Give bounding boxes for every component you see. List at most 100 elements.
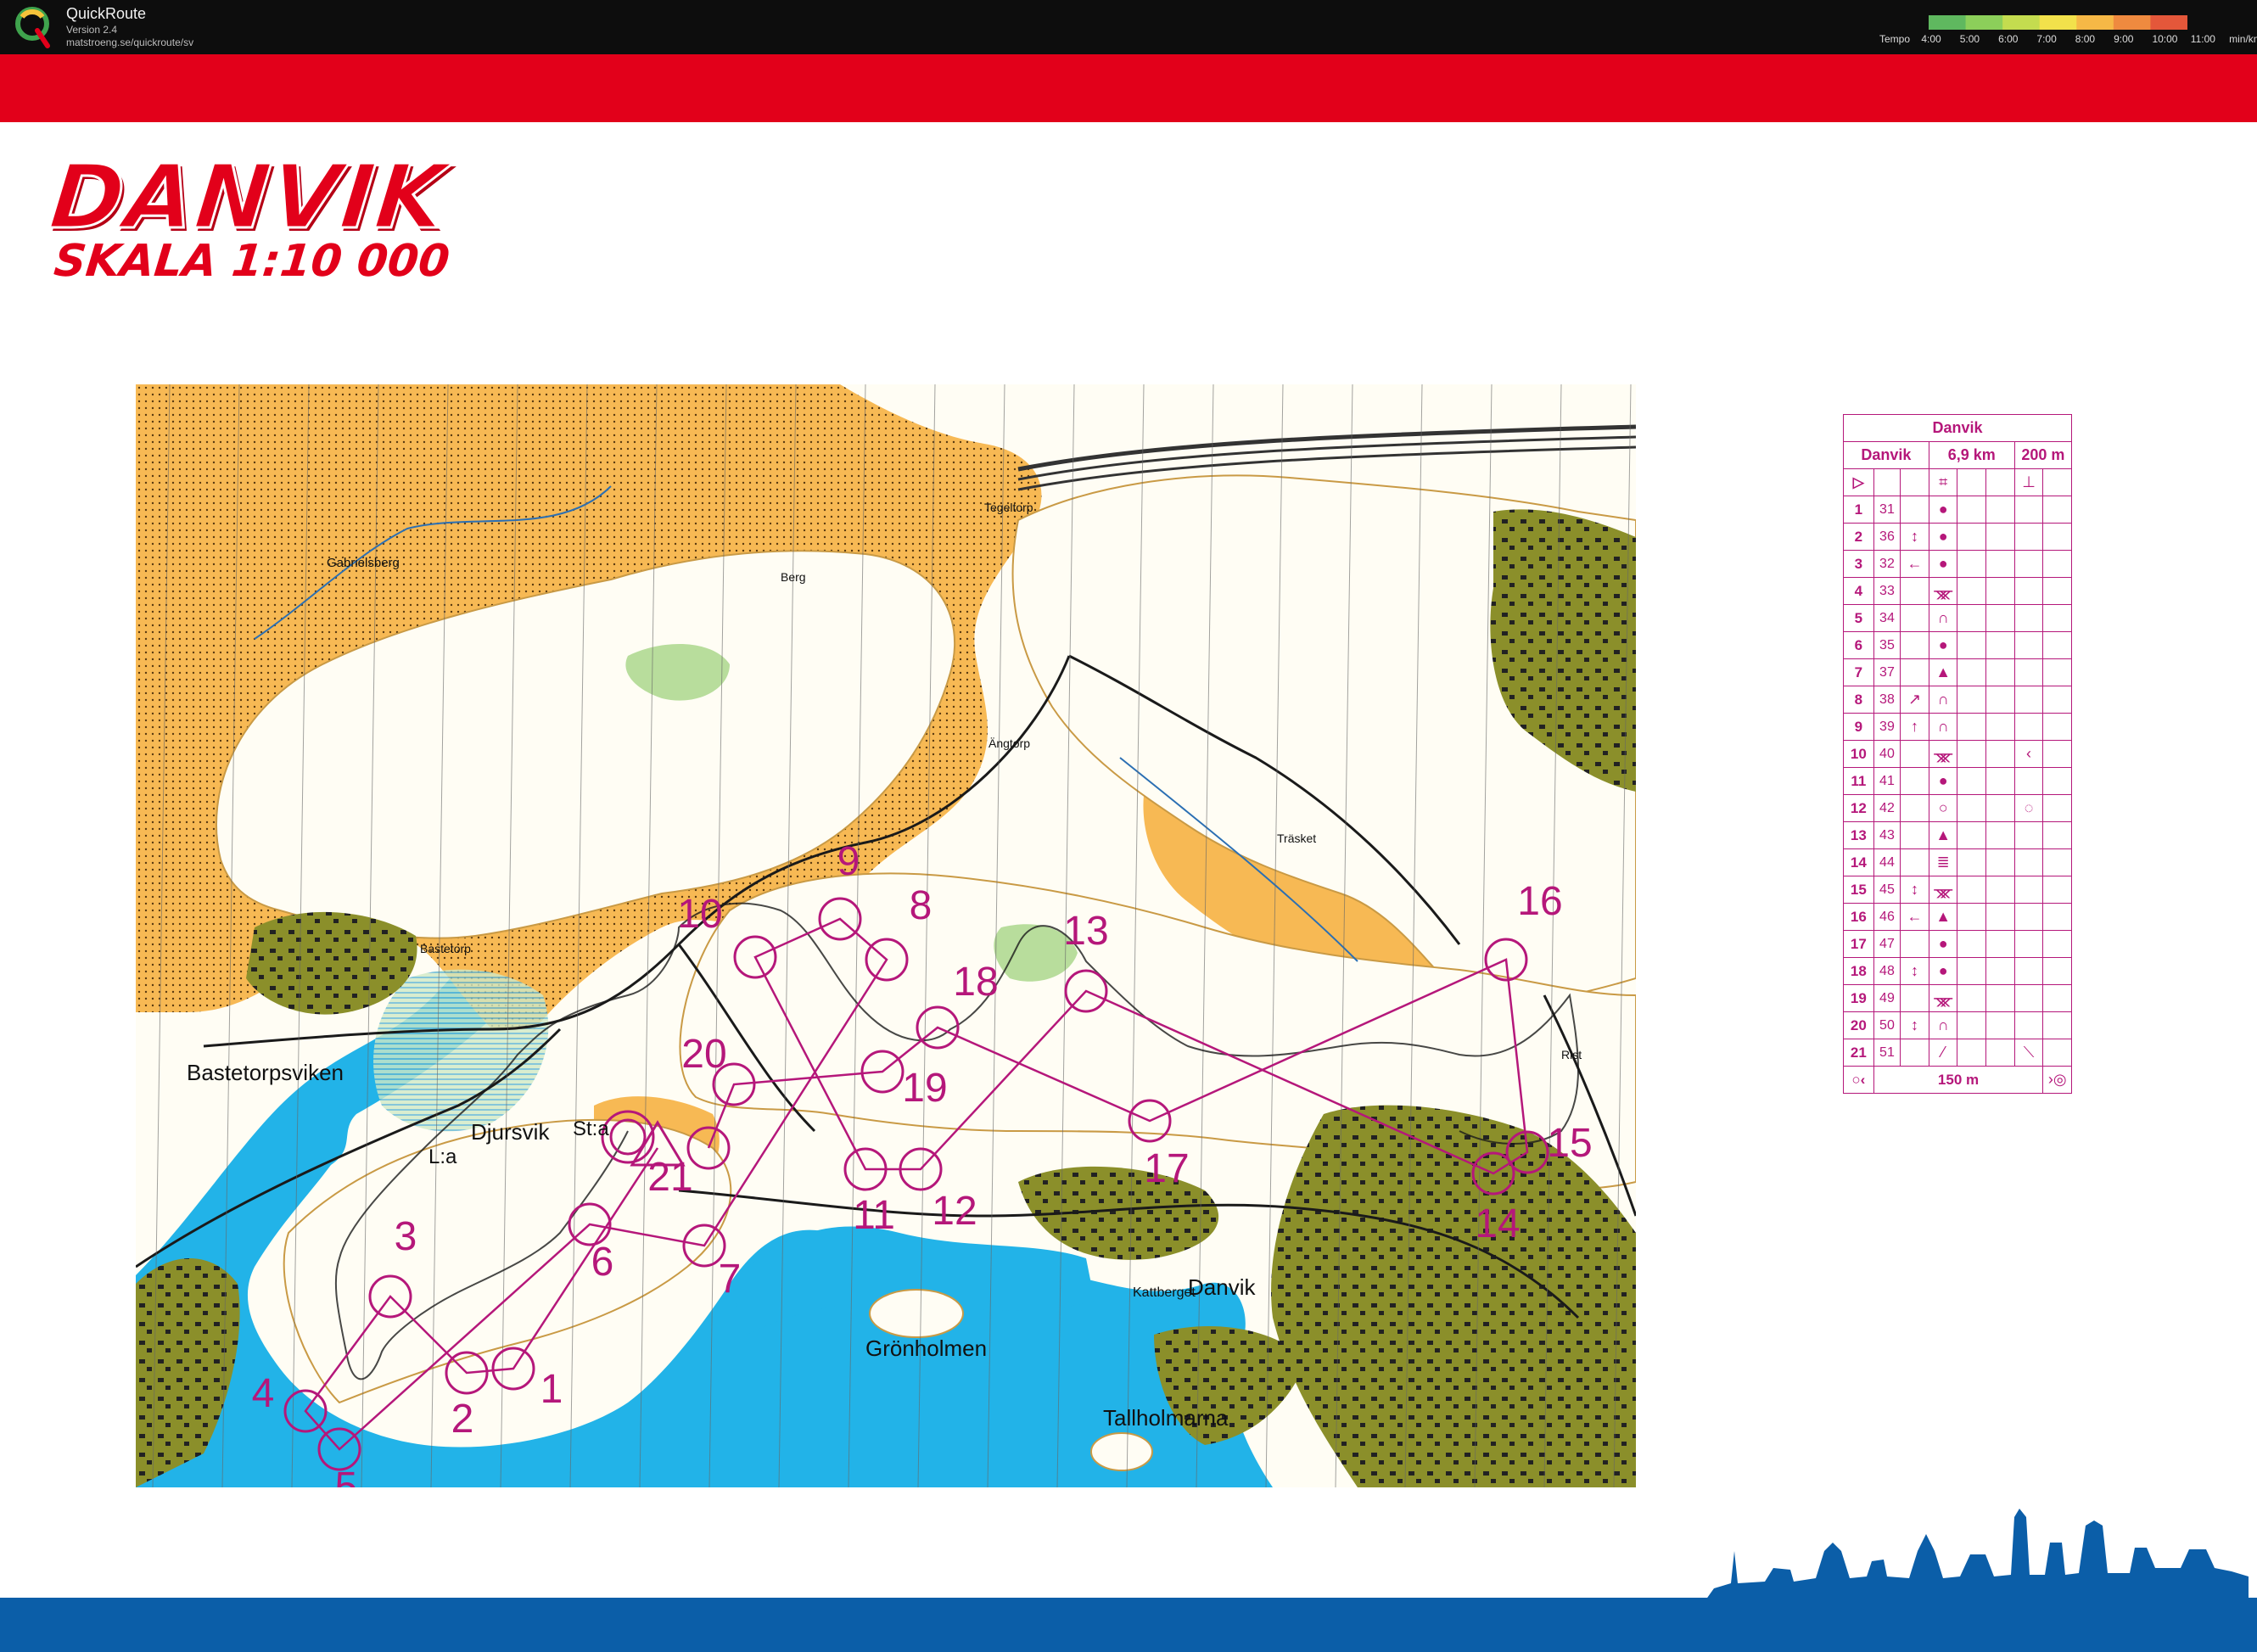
cd-cell <box>1985 686 2015 714</box>
cd-feature-symbol: ᚘ <box>1928 577 1958 605</box>
cd-row: 9 39 ↑ ∩ <box>1843 713 2072 741</box>
cd-cell <box>1957 523 1987 551</box>
cd-control-number: 13 <box>1843 821 1874 849</box>
tempo-swatch <box>2150 15 2187 30</box>
cd-location-symbol <box>2013 876 2044 904</box>
cd-cell <box>1957 740 1987 768</box>
tempo-label: Tempo <box>1879 33 1911 45</box>
island <box>1090 1432 1153 1471</box>
cd-control-number: 3 <box>1843 550 1874 578</box>
cd-cell <box>1957 577 1987 605</box>
place-name-label: Berg <box>781 570 806 584</box>
quickroute-logo-icon <box>15 7 50 48</box>
cd-cell <box>1957 1039 1987 1067</box>
cd-cell <box>1985 930 2015 958</box>
cd-feature-symbol: ᚘ <box>1928 984 1958 1012</box>
tempo-swatch <box>1965 15 2003 30</box>
cd-cell <box>1957 713 1987 741</box>
orienteering-map[interactable]: 123456 7891011 12131415161718192021Basteto… <box>136 384 1636 1487</box>
cd-feature-symbol: ● <box>1928 930 1958 958</box>
cd-cell <box>1957 821 1987 849</box>
place-name-label: Rist <box>1561 1048 1582 1061</box>
cd-finish-start-icon: ○‹ <box>1843 1066 1874 1094</box>
cd-feature-symbol: ● <box>1928 631 1958 659</box>
cd-location-symbol <box>2013 848 2044 876</box>
cd-which-feature <box>1900 658 1929 686</box>
cd-control-number: 6 <box>1843 631 1874 659</box>
cd-cell <box>2042 577 2072 605</box>
cd-control-code: 41 <box>1873 767 1901 795</box>
cd-feature-symbol: ○ <box>1928 794 1958 822</box>
cd-cell <box>1985 876 2015 904</box>
control-number-label: 10 <box>677 892 722 937</box>
cd-row: 7 37 ▲ <box>1843 658 2072 686</box>
cd-control-number: 8 <box>1843 686 1874 714</box>
cd-cell <box>2042 930 2072 958</box>
cd-control-number: 11 <box>1843 767 1874 795</box>
place-name-label: Tegeltorp <box>984 501 1033 514</box>
control-number-label: 19 <box>902 1066 947 1111</box>
cd-location-symbol <box>2013 686 2044 714</box>
cd-which-feature: ↑ <box>1900 713 1929 741</box>
cd-cell <box>2042 658 2072 686</box>
control-number-label: 3 <box>395 1214 417 1259</box>
cd-feature-symbol: ∩ <box>1928 604 1958 632</box>
app-url[interactable]: matstroeng.se/quickroute/sv <box>66 36 193 48</box>
tempo-tick: 10:00 <box>2152 33 2178 45</box>
cd-row: 15 45 ↕ ᚘ <box>1843 876 2072 904</box>
cd-control-number: 1 <box>1843 496 1874 524</box>
cd-cell <box>2042 767 2072 795</box>
cd-which-feature: ← <box>1900 903 1929 931</box>
cd-cell <box>1985 577 2015 605</box>
cd-row: 6 35 ● <box>1843 631 2072 659</box>
control-number-label: 21 <box>647 1155 692 1200</box>
cd-cell <box>1985 740 2015 768</box>
map-title: DANVIK <box>44 144 452 250</box>
control-number-label: 8 <box>910 883 932 928</box>
cd-control-number: 16 <box>1843 903 1874 931</box>
cd-finish-icon: ›◎ <box>2042 1066 2072 1094</box>
cd-location-symbol <box>2013 1011 2044 1039</box>
cd-control-code: 42 <box>1873 794 1901 822</box>
cd-cell <box>1985 550 2015 578</box>
place-name-label: Bastetorpsviken <box>187 1060 344 1085</box>
cd-cell <box>1900 468 1929 496</box>
cd-which-feature <box>1900 496 1929 524</box>
cd-row: 16 46 ← ▲ <box>1843 903 2072 931</box>
cd-cell <box>1985 1039 2015 1067</box>
cd-control-code: 45 <box>1873 876 1901 904</box>
cd-control-number: 7 <box>1843 658 1874 686</box>
tempo-swatch <box>2076 15 2114 30</box>
tempo-swatch <box>1929 15 1967 30</box>
control-number-label: 12 <box>932 1189 977 1234</box>
control-number-label: 11 <box>853 1193 895 1238</box>
tempo-tick: 8:00 <box>2075 33 2096 45</box>
cd-row: 1 31 ● <box>1843 496 2072 524</box>
app-title: QuickRoute <box>66 5 147 22</box>
cd-which-feature <box>1900 848 1929 876</box>
cd-location-symbol <box>2013 496 2044 524</box>
place-name-label: Träsket <box>1277 832 1316 845</box>
city-skyline-icon <box>1705 1509 2249 1600</box>
cd-cell <box>1957 658 1987 686</box>
place-name-label: Kattberget <box>1133 1285 1196 1300</box>
cd-which-feature: ↕ <box>1900 1011 1929 1039</box>
app-version: Version 2.4 <box>66 24 118 36</box>
cd-which-feature <box>1900 930 1929 958</box>
cd-control-number: 12 <box>1843 794 1874 822</box>
cd-control-code: 43 <box>1873 821 1901 849</box>
cd-cell <box>1957 686 1987 714</box>
cd-cell <box>1957 604 1987 632</box>
cd-finish-distance: 150 m <box>1873 1066 2044 1094</box>
cd-cell <box>2042 686 2072 714</box>
control-number-label: 6 <box>591 1240 614 1285</box>
cd-cell <box>2042 523 2072 551</box>
cd-location-symbol <box>2013 767 2044 795</box>
cd-row: 11 41 ● <box>1843 767 2072 795</box>
cd-cell <box>2042 468 2072 496</box>
cd-which-feature <box>1900 794 1929 822</box>
control-number-label: 1 <box>540 1367 563 1412</box>
cd-feature-symbol: ᚘ <box>1928 740 1958 768</box>
cd-header: Danvik <box>1843 414 2072 442</box>
cd-row: 19 49 ᚘ <box>1843 984 2072 1012</box>
